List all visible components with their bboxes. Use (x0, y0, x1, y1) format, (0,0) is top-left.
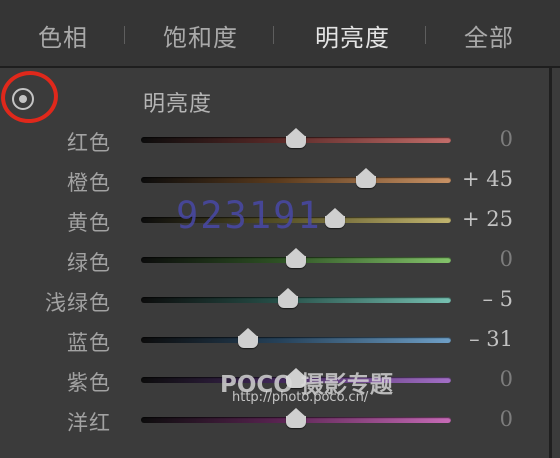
slider-label: 红色 (67, 131, 111, 155)
slider-track[interactable] (141, 328, 451, 348)
slider-label: 浅绿色 (45, 291, 111, 315)
section-title: 明亮度 (143, 92, 213, 117)
tab-divider (425, 26, 426, 44)
slider-thumb[interactable] (286, 128, 306, 148)
slider-thumb[interactable] (355, 168, 376, 188)
watermark-code: 923191 (176, 194, 322, 237)
tab-bar: 色相 饱和度 明亮度 全部 (0, 0, 560, 68)
slider-thumb[interactable] (278, 288, 299, 308)
tab-all[interactable]: 全部 (464, 18, 514, 53)
slider-value[interactable]: – 31 (469, 327, 513, 351)
slider-row-magenta: 洋红 0 (0, 407, 549, 447)
slider-label: 绿色 (67, 251, 111, 275)
tab-divider (273, 26, 274, 44)
slider-track[interactable] (141, 408, 451, 428)
slider-label: 黄色 (67, 211, 111, 235)
tab-hue[interactable]: 色相 (38, 18, 88, 53)
slider-label: 紫色 (67, 371, 111, 395)
slider-row-blue: 蓝色 – 31 (0, 327, 549, 367)
slider-row-red: 红色 0 (0, 127, 549, 167)
slider-label: 橙色 (67, 171, 111, 195)
slider-value[interactable]: 0 (500, 367, 513, 391)
slider-track[interactable] (141, 288, 451, 308)
slider-value[interactable]: 0 (500, 407, 513, 431)
slider-label: 洋红 (67, 411, 111, 435)
slider-value[interactable]: 0 (500, 247, 513, 271)
tab-divider (124, 26, 125, 44)
slider-thumb[interactable] (237, 328, 258, 348)
slider-thumb[interactable] (286, 248, 306, 268)
slider-label: 蓝色 (67, 331, 111, 355)
slider-track[interactable] (141, 248, 451, 268)
tab-luminance[interactable]: 明亮度 (315, 18, 390, 53)
slider-row-green: 绿色 0 (0, 247, 549, 287)
slider-value[interactable]: + 25 (462, 207, 513, 231)
watermark-url: http://photo.poco.cn/ (232, 390, 369, 405)
slider-row-aqua: 浅绿色 – 5 (0, 287, 549, 327)
slider-value[interactable]: + 45 (462, 167, 513, 191)
slider-track[interactable] (141, 128, 451, 148)
slider-thumb[interactable] (324, 208, 345, 228)
slider-track[interactable] (141, 168, 451, 188)
slider-value[interactable]: 0 (500, 127, 513, 151)
slider-value[interactable]: – 5 (482, 287, 513, 311)
slider-thumb[interactable] (286, 408, 306, 428)
tab-saturation[interactable]: 饱和度 (163, 18, 238, 53)
